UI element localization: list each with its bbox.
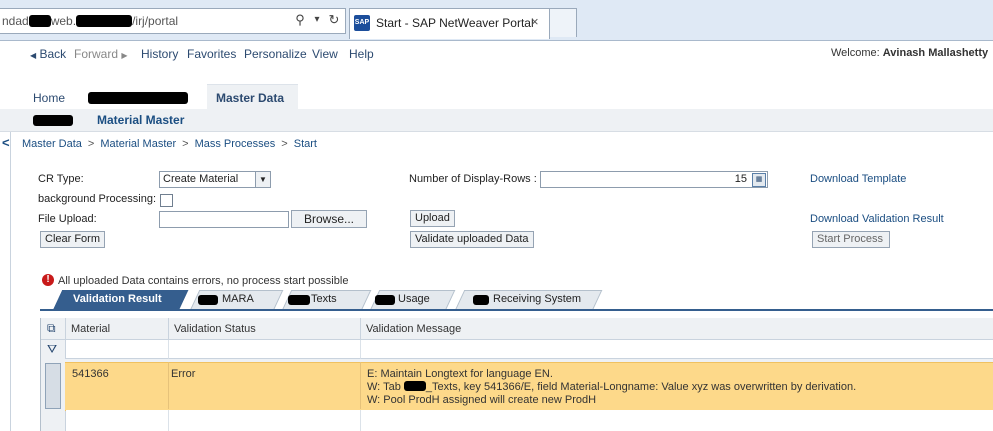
table-settings-icon[interactable]: ⧉ [47,321,56,336]
display-rows-value: 15 [734,173,747,185]
cell-material: 541366 [72,368,109,380]
column-header-material[interactable]: Material [66,318,169,340]
welcome-user: Welcome: Avinash Mallashetty [831,47,989,59]
tab-material-master[interactable]: Material Master [97,113,184,127]
tab-master-data[interactable]: Master Data [207,84,298,110]
redacted-text [198,295,218,305]
redacted-text [375,295,395,305]
cr-type-label: CR Type: [38,173,84,185]
address-text: ndad web./irj/portal [2,14,179,28]
top-level-navigation: Home Master Data [0,84,993,110]
chevron-down-icon[interactable]: ▾ [309,12,325,28]
redacted-text [403,381,426,391]
empty-table-row [66,410,993,431]
back-button[interactable]: ◀ Back [30,47,66,61]
cell-message-line-1: E: Maintain Longtext for language EN. [367,368,553,380]
breadcrumb-mass-processes[interactable]: Mass Processes [195,138,276,150]
column-separator [168,362,169,409]
cr-type-value: Create Material [163,173,239,185]
history-menu[interactable]: History [141,47,178,61]
redacted-tab[interactable] [33,115,73,126]
display-rows-input[interactable]: 15 ▦ [540,171,768,188]
refresh-icon[interactable]: ↻ [326,12,342,28]
error-message: All uploaded Data contains errors, no pr… [58,275,349,287]
browse-button[interactable]: Browse... [291,210,367,228]
redacted-text [28,15,51,27]
filter-cell-validation-status[interactable] [169,340,361,359]
breadcrumb: Master Data > Material Master > Mass Process… [22,138,317,150]
upload-button[interactable]: Upload [410,210,455,227]
favorites-menu[interactable]: Favorites [187,47,236,61]
navigation-divider [10,132,11,431]
display-rows-label: Number of Display-Rows : [409,173,537,185]
download-validation-result-link[interactable]: Download Validation Result [810,213,944,225]
breadcrumb-master-data[interactable]: Master Data [22,138,82,150]
file-upload-label: File Upload: [38,213,97,225]
filter-cell-validation-message[interactable] [361,340,993,359]
value-help-icon[interactable]: ▦ [752,173,766,187]
portal-toolbar: ◀ Back Forward ▶ History Favorites Perso… [0,41,993,66]
tab-validation-result[interactable]: Validation Result [53,290,189,310]
chevron-left-icon: ◀ [30,51,37,60]
validation-result-table: ⧉ Material Validation Status Validation … [40,318,993,431]
column-separator [360,362,361,409]
tab-receiving-system[interactable]: Receiving System [455,290,603,310]
bg-processing-label: background Processing: [38,193,157,205]
address-bar[interactable]: ndad web./irj/portal ⚲ ▾ ↻ [0,8,346,34]
tab-mara[interactable]: MARA [190,290,284,310]
start-process-button[interactable]: Start Process [812,231,890,248]
sap-favicon-icon: SAP [354,15,370,31]
browser-title-bar: ndad web./irj/portal ⚲ ▾ ↻ SAP Start - SA… [0,0,993,41]
help-menu[interactable]: Help [349,47,374,61]
chevron-right-icon: ▶ [121,51,128,60]
cell-message-line-3: W: Pool ProdH assigned will create new P… [367,394,597,406]
view-menu[interactable]: View [312,47,338,61]
table-settings-cell: ⧉ [41,318,66,340]
close-icon[interactable]: × [531,14,539,29]
redacted-text [288,295,310,305]
redacted-tab[interactable] [88,92,188,104]
column-separator [168,410,169,431]
cell-validation-status: Error [171,368,196,380]
redacted-text [76,15,133,27]
validate-uploaded-data-button[interactable]: Validate uploaded Data [410,231,534,248]
download-template-link[interactable]: Download Template [810,173,906,185]
collapse-navigation-icon[interactable]: < [2,135,10,150]
row-selector-column: ⛛ [41,340,66,431]
chevron-down-icon[interactable]: ▼ [255,172,270,187]
redacted-text [473,295,489,305]
cell-message-line-2: W: Tab _Texts, key 541366/E, field Mater… [367,381,857,393]
clear-form-button[interactable]: Clear Form [40,231,106,248]
tab-usage[interactable]: Usage [370,290,456,310]
filter-icon[interactable]: ⛛ [47,342,57,357]
tab-strip-underline [40,309,993,311]
browser-tab-title: Start - SAP NetWeaver Portal [376,16,534,30]
breadcrumb-start[interactable]: Start [294,138,317,150]
tab-home[interactable]: Home [33,91,65,105]
column-header-validation-message[interactable]: Validation Message [361,318,993,340]
row-selector[interactable] [45,363,61,409]
table-row[interactable]: 541366 Error E: Maintain Longtext for la… [65,362,993,411]
second-level-navigation: Material Master [0,109,993,132]
column-header-validation-status[interactable]: Validation Status [169,318,361,340]
tab-texts[interactable]: Texts [282,290,372,310]
error-icon: ! [42,274,54,286]
file-upload-input[interactable] [159,211,289,228]
column-separator [360,410,361,431]
cr-type-select[interactable]: Create Material ▼ [159,171,271,188]
forward-button[interactable]: Forward ▶ [74,47,128,61]
filter-cell-material[interactable] [66,340,169,359]
browser-tab-start[interactable]: SAP Start - SAP NetWeaver Portal × [349,8,550,39]
breadcrumb-material-master[interactable]: Material Master [100,138,176,150]
personalize-menu[interactable]: Personalize [244,47,307,61]
bg-processing-checkbox[interactable] [160,194,173,207]
search-icon[interactable]: ⚲ [292,12,308,28]
new-tab-button[interactable] [549,8,577,37]
